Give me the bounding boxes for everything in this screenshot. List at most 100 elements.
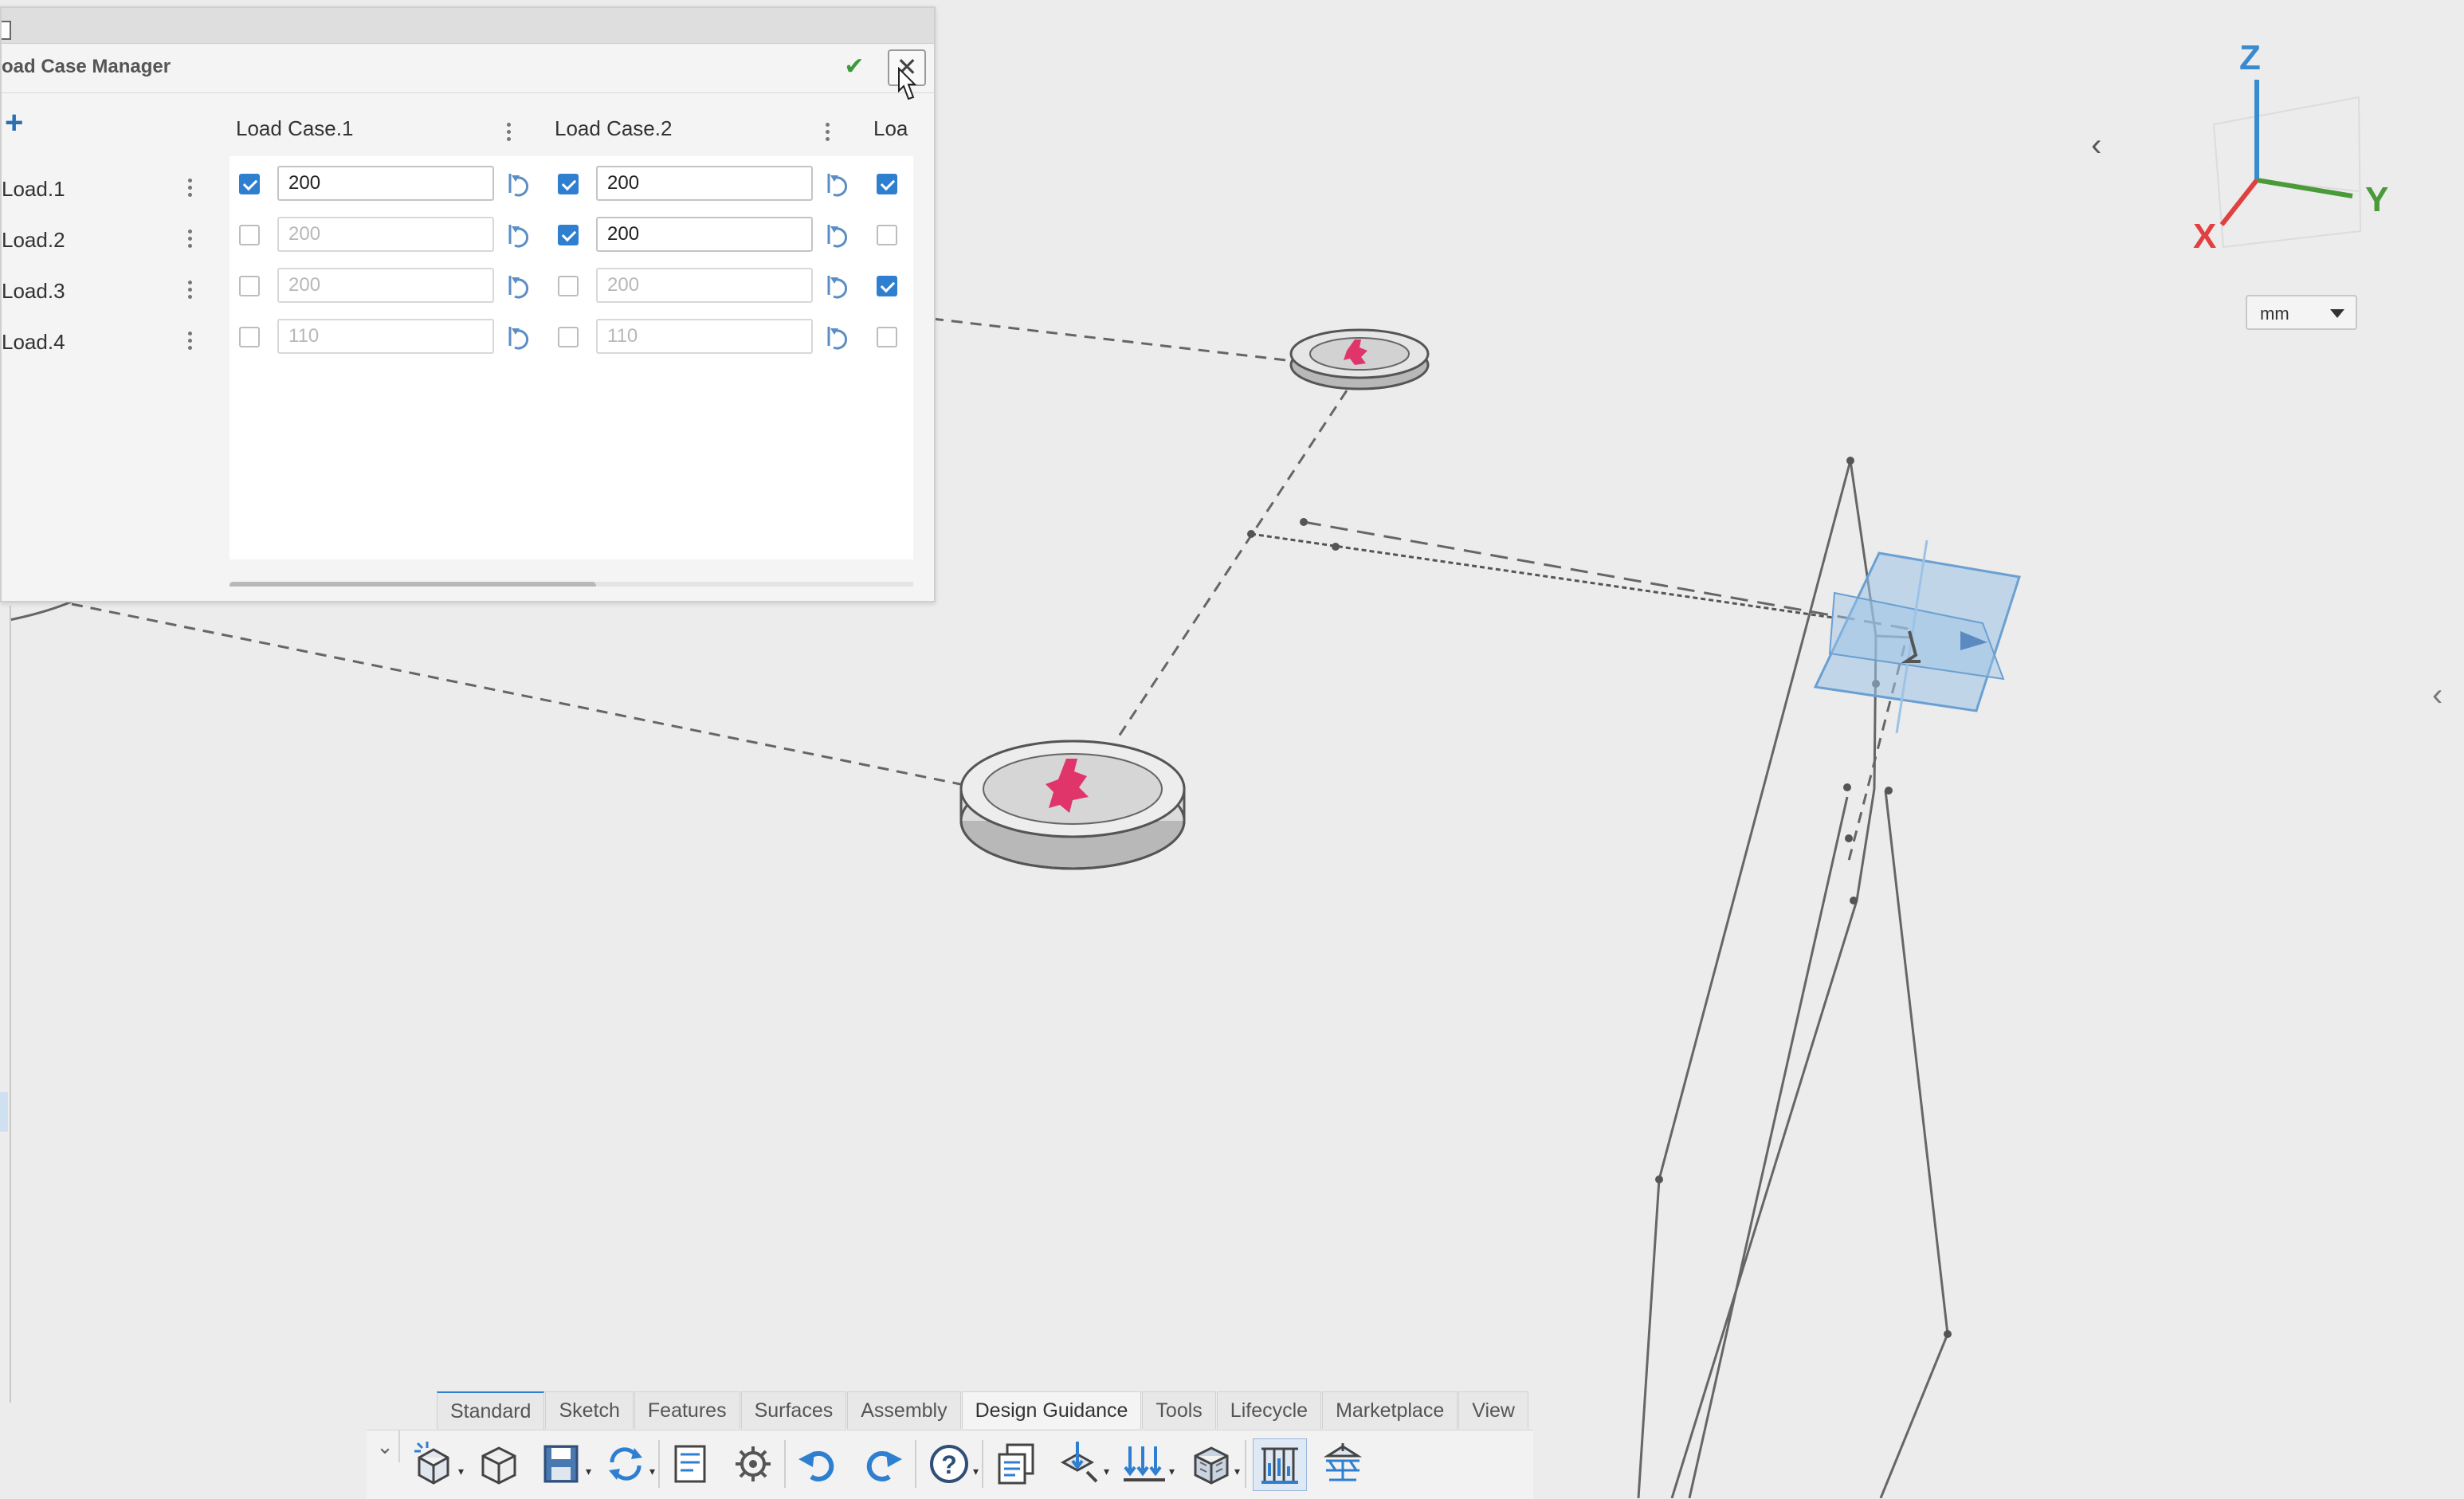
frame-nodes [1247, 457, 1952, 1338]
load-label: Load.4 [2, 330, 65, 354]
tab-sketch[interactable]: Sketch [545, 1391, 634, 1429]
new-part-icon[interactable]: ▾ [408, 1438, 464, 1489]
reset-icon[interactable] [821, 322, 853, 354]
save-icon[interactable]: ▾ [536, 1438, 591, 1489]
dialog-topbar [2, 8, 934, 44]
chevron-down-icon[interactable]: ⌄ [371, 1430, 400, 1462]
toolbar-separator [915, 1440, 916, 1488]
axis-triad [2212, 80, 2362, 249]
plus-icon[interactable]: + [5, 107, 23, 139]
reference-plane [1813, 540, 2021, 734]
properties-icon[interactable] [665, 1438, 717, 1489]
tab-assembly[interactable]: Assembly [847, 1391, 961, 1429]
check-icon[interactable]: ✔ [840, 53, 869, 81]
grid-row [230, 214, 913, 258]
column-menu-icon[interactable] [504, 121, 513, 145]
toolbar-separator [784, 1440, 786, 1488]
rebuild-icon[interactable]: ▾ [599, 1438, 655, 1489]
column-header-load-case-1: Load Case.1 [236, 116, 354, 140]
load-checkbox[interactable] [877, 174, 897, 194]
material-icon[interactable]: ▾ [1184, 1438, 1240, 1489]
grid-row [230, 163, 913, 207]
results-icon[interactable] [1253, 1438, 1307, 1491]
small-ring [1289, 328, 1430, 390]
toolbar-separator [1245, 1440, 1246, 1488]
reset-icon[interactable] [821, 271, 853, 303]
load-value-input[interactable] [596, 268, 813, 303]
tab-view[interactable]: View [1458, 1391, 1528, 1429]
reset-icon[interactable] [821, 169, 853, 201]
mouse-pointer-icon [898, 67, 917, 100]
reset-icon[interactable] [502, 271, 534, 303]
chevron-left-icon[interactable]: ‹ [2091, 128, 2101, 163]
load-checkbox[interactable] [239, 327, 260, 347]
units-dropdown[interactable]: mm [2246, 295, 2357, 330]
toolbar-separator [658, 1440, 660, 1488]
load-checkbox[interactable] [558, 225, 579, 245]
expand-panel-icon[interactable]: ‹ [2432, 677, 2442, 713]
redo-icon[interactable] [856, 1438, 908, 1489]
load-checkbox[interactable] [239, 174, 260, 194]
load-value-input[interactable] [277, 166, 494, 201]
load-value-input[interactable] [277, 268, 494, 303]
axis-label-z: Z [2239, 38, 2261, 77]
dashed-link [1303, 520, 1913, 631]
row-menu-icon[interactable] [185, 330, 194, 354]
reset-icon[interactable] [502, 169, 534, 201]
tab-marketplace[interactable]: Marketplace [1322, 1391, 1458, 1429]
open-icon[interactable] [472, 1438, 524, 1489]
row-menu-icon[interactable] [185, 279, 194, 303]
undo-icon[interactable] [792, 1438, 845, 1489]
load-checkbox[interactable] [558, 276, 579, 296]
tab-features[interactable]: Features [634, 1391, 740, 1429]
sketch-arc [9, 599, 74, 622]
load-checkbox[interactable] [877, 327, 897, 347]
load-case-manager-dialog: oad Case Manager ✔ ✕ + Load.1 Load.2 Loa… [0, 6, 936, 602]
load-checkbox[interactable] [558, 174, 579, 194]
loads-icon[interactable]: ▾ [1053, 1438, 1109, 1489]
load-value-input[interactable] [596, 166, 813, 201]
load-checkbox[interactable] [877, 225, 897, 245]
load-label: Load.1 [2, 177, 65, 201]
grid-row [230, 265, 913, 309]
axis-label-x: X [2193, 217, 2217, 256]
load-row-2: Load.2 [2, 215, 225, 266]
tab-tools[interactable]: Tools [1142, 1391, 1216, 1429]
axis-label-y: Y [2365, 180, 2389, 219]
load-value-input[interactable] [277, 319, 494, 354]
structure-icon[interactable] [1316, 1438, 1369, 1489]
toolbar-tabs: Standard Sketch Features Surfaces Assemb… [437, 1391, 1529, 1430]
load-checkbox[interactable] [558, 327, 579, 347]
scrollbar-thumb[interactable] [230, 582, 596, 587]
reset-icon[interactable] [502, 220, 534, 252]
load-checkbox[interactable] [239, 276, 260, 296]
reset-icon[interactable] [821, 220, 853, 252]
tab-standard[interactable]: Standard [437, 1391, 545, 1430]
help-icon[interactable]: ? ▾ [923, 1438, 979, 1489]
load-row-1: Load.1 [2, 164, 225, 215]
load-value-input[interactable] [596, 217, 813, 252]
supports-icon[interactable]: ▾ [1119, 1438, 1175, 1489]
load-case-manager-icon[interactable] [990, 1438, 1042, 1489]
chevron-down-icon [2330, 309, 2344, 318]
load-checkbox[interactable] [239, 225, 260, 245]
load-value-input[interactable] [596, 319, 813, 354]
tab-design-guidance[interactable]: Design Guidance [961, 1391, 1142, 1429]
row-menu-icon[interactable] [185, 228, 194, 252]
command-toolbar: ⌄ ▾ ▾ ▾ ? ▾ ▾ ▾ ▾ [367, 1430, 1533, 1499]
load-row-4: Load.4 [2, 317, 225, 368]
settings-icon[interactable] [727, 1438, 779, 1489]
panel-marker [0, 1092, 8, 1132]
horizontal-scrollbar[interactable] [230, 582, 913, 587]
row-menu-icon[interactable] [185, 177, 194, 201]
load-value-input[interactable] [277, 217, 494, 252]
tab-surfaces[interactable]: Surfaces [740, 1391, 847, 1429]
reset-icon[interactable] [502, 322, 534, 354]
toolbar-separator [982, 1440, 983, 1488]
column-menu-icon[interactable] [822, 121, 832, 145]
load-case-grid[interactable]: Load Case.1 Load Case.2 Loa [230, 92, 913, 587]
load-checkbox[interactable] [877, 276, 897, 296]
svg-text:?: ? [941, 1450, 957, 1479]
tab-lifecycle[interactable]: Lifecycle [1216, 1391, 1322, 1429]
column-header-load-case-3: Loa [873, 116, 908, 140]
